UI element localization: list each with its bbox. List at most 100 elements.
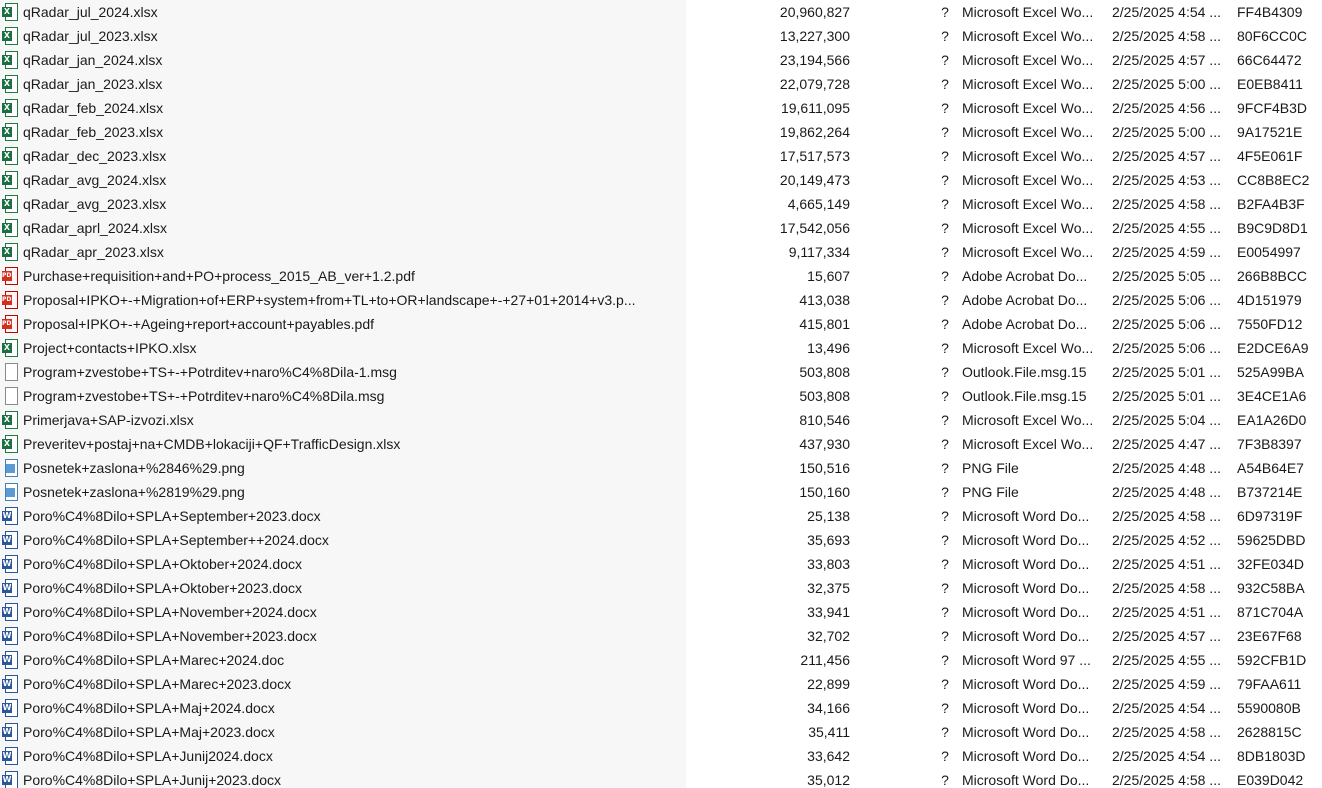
file-row[interactable]: XqRadar_jan_2024.xlsx 23,194,566? Microsof…	[0, 48, 1322, 72]
file-row[interactable]: XqRadar_dec_2023.xlsx 17,517,573? Microsof…	[0, 144, 1322, 168]
excel-icon: X	[2, 435, 18, 453]
file-size: 13,496	[807, 340, 850, 356]
word-icon: W	[2, 723, 18, 741]
file-type: PNG File	[962, 484, 1019, 500]
file-row[interactable]: XqRadar_jul_2023.xlsx 13,227,300? Microsof…	[0, 24, 1322, 48]
file-status: ?	[941, 676, 949, 692]
file-icon-cell	[1, 456, 19, 480]
file-row[interactable]: XqRadar_aprl_2024.xlsx 17,542,056? Microso…	[0, 216, 1322, 240]
file-modified: 2/25/2025 5:06 ...	[1112, 340, 1221, 356]
file-type: Adobe Acrobat Do...	[962, 316, 1088, 332]
file-row[interactable]: W Poro%C4%8Dilo+SPLA+Marec+2024.doc 211,45…	[0, 648, 1322, 672]
file-hash: 79FAA611	[1237, 676, 1302, 692]
file-row[interactable]: Program+zvestobe+TS+-+Potrditev+naro%C4%…	[0, 360, 1322, 384]
excel-icon: X	[2, 243, 18, 261]
file-name: Program+zvestobe+TS+-+Potrditev+naro%C4%…	[23, 364, 397, 380]
file-type: Microsoft Excel Wo...	[962, 76, 1094, 92]
file-row[interactable]: W Poro%C4%8Dilo+SPLA+November+2024.docx 33…	[0, 600, 1322, 624]
file-icon-cell: X	[1, 240, 19, 264]
file-row[interactable]: W Poro%C4%8Dilo+SPLA+September++2024.docx…	[0, 528, 1322, 552]
file-row[interactable]: X Preveritev+postaj+na+CMDB+lokaciji+QF+T…	[0, 432, 1322, 456]
file-name: Poro%C4%8Dilo+SPLA+November+2024.docx	[23, 604, 317, 620]
file-status: ?	[941, 268, 949, 284]
file-modified: 2/25/2025 4:58 ...	[1112, 196, 1221, 212]
file-name: qRadar_jan_2024.xlsx	[23, 52, 163, 68]
file-hash: B2FA4B3F	[1237, 196, 1305, 212]
file-row[interactable]: PDF Purchase+requisition+and+PO+process_2…	[0, 264, 1322, 288]
file-row[interactable]: PDF Proposal+IPKO+-+Ageing+report+account…	[0, 312, 1322, 336]
file-type: Microsoft Excel Wo...	[962, 100, 1094, 116]
file-hash: 932C58BA	[1237, 580, 1305, 596]
word-icon: W	[2, 507, 18, 525]
file-type: Microsoft Word Do...	[962, 532, 1090, 548]
file-status: ?	[941, 340, 949, 356]
file-size: 20,960,827	[779, 4, 850, 20]
file-row[interactable]: W Poro%C4%8Dilo+SPLA+November+2023.docx 32…	[0, 624, 1322, 648]
file-row[interactable]: PDF Proposal+IPKO+-+Migration+of+ERP+syst…	[0, 288, 1322, 312]
file-row[interactable]: W Poro%C4%8Dilo+SPLA+Oktober+2024.docx 33,…	[0, 552, 1322, 576]
file-type: Microsoft Excel Wo...	[962, 52, 1094, 68]
file-status: ?	[941, 100, 949, 116]
file-hash: 525A99BA	[1237, 364, 1304, 380]
file-row[interactable]: W Poro%C4%8Dilo+SPLA+Maj+2023.docx 35,411?…	[0, 720, 1322, 744]
file-row[interactable]: W Poro%C4%8Dilo+SPLA+Marec+2023.docx 22,89…	[0, 672, 1322, 696]
file-type: PNG File	[962, 460, 1019, 476]
file-hash: 3E4CE1A6	[1237, 388, 1307, 404]
excel-icon: X	[2, 411, 18, 429]
file-row[interactable]: Program+zvestobe+TS+-+Potrditev+naro%C4%…	[0, 384, 1322, 408]
png-icon	[2, 483, 18, 501]
file-icon-cell: X	[1, 432, 19, 456]
file-row[interactable]: XqRadar_feb_2024.xlsx 19,611,095? Microsof…	[0, 96, 1322, 120]
file-name: qRadar_feb_2023.xlsx	[23, 124, 164, 140]
file-row[interactable]: Posnetek+zaslona+%2819%29.png 150,160? PNG…	[0, 480, 1322, 504]
file-row[interactable]: Posnetek+zaslona+%2846%29.png 150,516? PNG…	[0, 456, 1322, 480]
file-row[interactable]: XqRadar_avg_2023.xlsx 4,665,149? Microsoft…	[0, 192, 1322, 216]
file-hash: 266B8BCC	[1237, 268, 1308, 284]
file-icon-cell: PDF	[1, 264, 19, 288]
file-status: ?	[941, 508, 949, 524]
file-hash: 8DB1803D	[1237, 748, 1306, 764]
file-row[interactable]: W Poro%C4%8Dilo+SPLA+September+2023.docx 2…	[0, 504, 1322, 528]
file-icon-cell: X	[1, 336, 19, 360]
file-status: ?	[941, 604, 949, 620]
file-size: 9,117,334	[788, 244, 850, 260]
file-icon-cell: W	[1, 528, 19, 552]
file-size: 413,038	[799, 292, 850, 308]
file-modified: 2/25/2025 5:01 ...	[1112, 364, 1221, 380]
file-name: Poro%C4%8Dilo+SPLA+Junij2024.docx	[23, 748, 273, 764]
file-status: ?	[941, 556, 949, 572]
msg-icon	[2, 363, 18, 381]
file-status: ?	[941, 172, 949, 188]
excel-icon: X	[2, 99, 18, 117]
file-hash: 23E67F68	[1237, 628, 1302, 644]
file-icon-cell: X	[1, 120, 19, 144]
file-size: 503,808	[799, 364, 850, 380]
file-hash: 7550FD12	[1237, 316, 1303, 332]
file-row[interactable]: XqRadar_apr_2023.xlsx 9,117,334? Microsoft…	[0, 240, 1322, 264]
file-size: 437,930	[799, 436, 850, 452]
file-modified: 2/25/2025 4:53 ...	[1112, 172, 1221, 188]
file-row[interactable]: X Project+contacts+IPKO.xlsx 13,496? Micros…	[0, 336, 1322, 360]
file-hash: CC8B8EC2	[1237, 172, 1310, 188]
file-status: ?	[941, 724, 949, 740]
file-hash: B737214E	[1237, 484, 1303, 500]
file-row[interactable]: XqRadar_avg_2024.xlsx 20,149,473? Microsof…	[0, 168, 1322, 192]
file-row[interactable]: W Poro%C4%8Dilo+SPLA+Maj+2024.docx 34,166?…	[0, 696, 1322, 720]
file-size: 25,138	[807, 508, 850, 524]
file-row[interactable]: XqRadar_feb_2023.xlsx 19,862,264? Microsof…	[0, 120, 1322, 144]
file-type: Microsoft Excel Wo...	[962, 436, 1094, 452]
file-row[interactable]: W Poro%C4%8Dilo+SPLA+Junij2024.docx 33,642…	[0, 744, 1322, 768]
file-row[interactable]: W Poro%C4%8Dilo+SPLA+Oktober+2023.docx 32,…	[0, 576, 1322, 600]
file-status: ?	[941, 748, 949, 764]
file-row[interactable]: XqRadar_jul_2024.xlsx 20,960,827? Microsof…	[0, 0, 1322, 24]
file-modified: 2/25/2025 4:56 ...	[1112, 100, 1221, 116]
file-row[interactable]: W Poro%C4%8Dilo+SPLA+Junij+2023.docx 35,01…	[0, 768, 1322, 788]
file-size: 150,160	[799, 484, 850, 500]
file-row[interactable]: X Primerjava+SAP-izvozi.xlsx 810,546? Micro…	[0, 408, 1322, 432]
file-type: Microsoft Word Do...	[962, 700, 1090, 716]
file-row[interactable]: XqRadar_jan_2023.xlsx 22,079,728? Microsof…	[0, 72, 1322, 96]
file-size: 415,801	[799, 316, 850, 332]
file-modified: 2/25/2025 4:57 ...	[1112, 628, 1221, 644]
file-name: Poro%C4%8Dilo+SPLA+Junij+2023.docx	[23, 772, 281, 788]
file-modified: 2/25/2025 4:48 ...	[1112, 484, 1221, 500]
